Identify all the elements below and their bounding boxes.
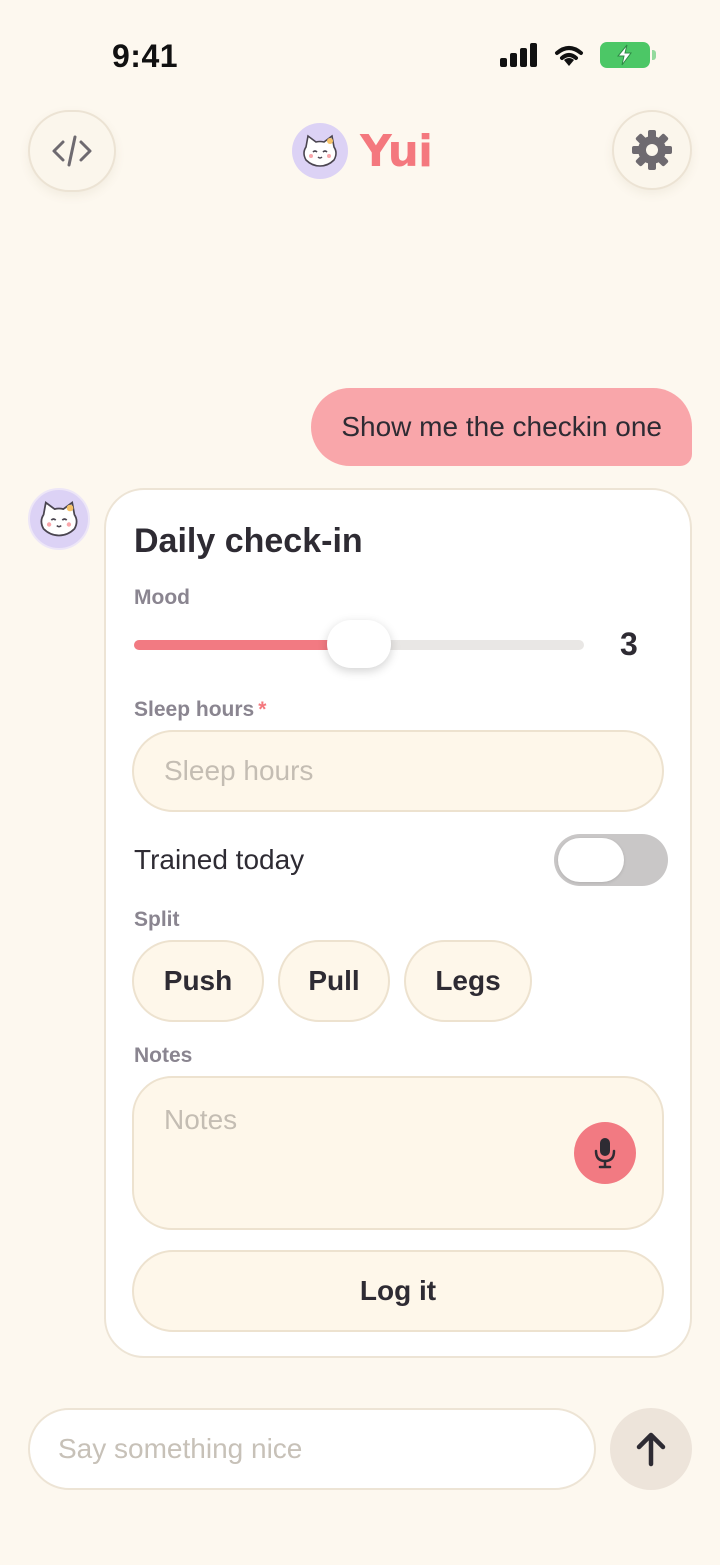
- mood-slider-thumb[interactable]: [327, 620, 391, 668]
- sleep-hours-input[interactable]: Sleep hours: [132, 730, 664, 812]
- notes-textarea[interactable]: Notes: [132, 1076, 664, 1230]
- trained-today-label: Trained today: [134, 844, 305, 875]
- send-button[interactable]: [610, 1408, 692, 1490]
- code-button[interactable]: [28, 110, 116, 192]
- settings-button[interactable]: [612, 110, 692, 190]
- status-icons: [500, 42, 656, 68]
- message-input[interactable]: Say something nice: [28, 1408, 596, 1490]
- cellular-signal-icon: [500, 43, 537, 67]
- trained-today-toggle[interactable]: [554, 834, 668, 886]
- mood-slider-fill: [134, 640, 359, 650]
- cat-avatar-icon: [292, 123, 348, 179]
- split-option-legs[interactable]: Legs: [404, 940, 532, 1022]
- voice-input-button[interactable]: [574, 1122, 636, 1184]
- notes-placeholder: Notes: [164, 1104, 238, 1135]
- required-mark: *: [258, 698, 267, 721]
- wifi-icon: [555, 46, 583, 66]
- split-option-push[interactable]: Push: [132, 940, 264, 1022]
- gear-icon: [632, 130, 672, 170]
- arrow-up-icon: [636, 1432, 666, 1467]
- mood-slider[interactable]: [134, 620, 584, 668]
- code-icon: [52, 135, 92, 167]
- mood-value: 3: [620, 626, 638, 662]
- app-logo: Yui: [292, 123, 433, 179]
- mood-label: Mood: [134, 586, 190, 609]
- status-time: 9:41: [112, 38, 179, 74]
- toggle-knob: [558, 838, 624, 882]
- card-title: Daily check-in: [134, 522, 363, 560]
- cat-avatar-icon: [40, 500, 78, 537]
- split-label: Split: [134, 908, 180, 931]
- notes-label: Notes: [134, 1044, 193, 1067]
- split-option-pull[interactable]: Pull: [278, 940, 390, 1022]
- microphone-icon: [594, 1138, 616, 1169]
- chat-screen: 9:41 Yui Show me the checkin one Daily c…: [0, 0, 720, 1565]
- checkin-card: Daily check-in Mood 3 Sleep hours * Sleep…: [104, 488, 692, 1358]
- sleep-hours-label-text: Sleep hours: [134, 698, 255, 721]
- assistant-avatar: [28, 488, 90, 550]
- user-message-bubble: Show me the checkin one: [311, 388, 692, 466]
- split-options: Push Pull Legs: [132, 940, 532, 1022]
- log-it-button[interactable]: Log it: [132, 1250, 664, 1332]
- sleep-hours-label: Sleep hours *: [134, 698, 266, 722]
- battery-charging-icon: [600, 42, 656, 68]
- app-wordmark: Yui: [360, 125, 433, 177]
